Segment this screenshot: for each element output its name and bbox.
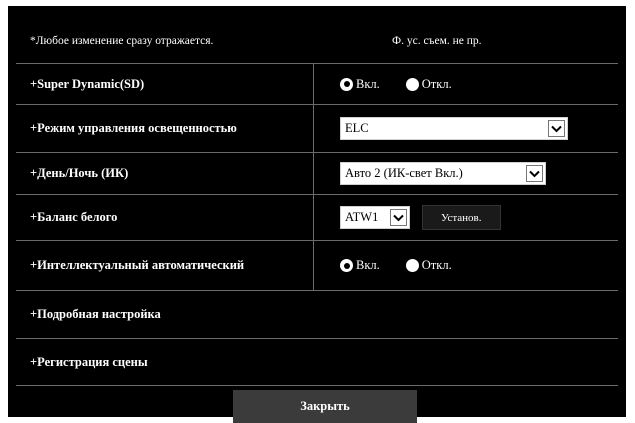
super-dynamic-off-radio[interactable]: Откл. (405, 76, 452, 92)
light-control-label: +Режим управления освещенностью (16, 105, 314, 152)
scene-registration-row[interactable]: +Регистрация сцены (16, 338, 618, 386)
white-balance-row: +Баланс белого ATW1 Установ. (16, 194, 618, 240)
radio-unchecked-icon (405, 259, 419, 272)
close-button[interactable]: Закрыть (233, 390, 417, 423)
day-night-label: +День/Ночь (ИК) (16, 153, 314, 194)
detailed-settings-label: +Подробная настройка (30, 307, 161, 321)
light-control-value: ELC (345, 121, 369, 135)
intelligent-auto-off-radio[interactable]: Откл. (405, 258, 452, 273)
notice-status: Ф. ус. съем. не пр. (392, 34, 482, 47)
intelligent-auto-row: +Интеллектуальный автоматический Вкл. От… (16, 240, 618, 290)
intelligent-auto-on-radio[interactable]: Вкл. (340, 258, 380, 273)
radio-on-label: Вкл. (356, 258, 380, 272)
white-balance-select[interactable]: ATW1 (340, 206, 410, 229)
day-night-select[interactable]: Авто 2 (ИК-свет Вкл.) (340, 162, 546, 185)
chevron-down-icon (526, 165, 543, 182)
notice-text: *Любое изменение сразу отражается. (30, 34, 214, 47)
day-night-row: +День/Ночь (ИК) Авто 2 (ИК-свет Вкл.) (16, 152, 618, 194)
light-control-select[interactable]: ELC (340, 117, 568, 140)
chevron-down-icon (390, 209, 407, 226)
radio-off-label: Откл. (421, 76, 452, 91)
white-balance-value: ATW1 (345, 210, 379, 224)
radio-unchecked-icon (405, 77, 419, 91)
light-control-row: +Режим управления освещенностью ELC (16, 104, 618, 152)
day-night-value: Авто 2 (ИК-свет Вкл.) (345, 166, 463, 180)
radio-on-label: Вкл. (356, 76, 380, 91)
settings-panel: *Любое изменение сразу отражается. Ф. ус… (8, 6, 626, 417)
scene-registration-label: +Регистрация сцены (30, 354, 148, 369)
white-balance-label: +Баланс белого (16, 195, 314, 240)
radio-checked-icon (340, 77, 353, 91)
super-dynamic-label: +Super Dynamic(SD) (16, 64, 314, 104)
white-balance-set-button[interactable]: Установ. (422, 205, 501, 230)
detailed-settings-row[interactable]: +Подробная настройка (16, 290, 618, 338)
super-dynamic-on-radio[interactable]: Вкл. (340, 77, 380, 92)
intelligent-auto-label: +Интеллектуальный автоматический (16, 241, 314, 290)
chevron-down-icon (548, 120, 565, 137)
notice-bar: *Любое изменение сразу отражается. Ф. ус… (16, 18, 618, 63)
radio-checked-icon (340, 259, 353, 272)
radio-off-label: Откл. (421, 258, 452, 272)
super-dynamic-row: +Super Dynamic(SD) Вкл. Откл. (16, 63, 618, 104)
